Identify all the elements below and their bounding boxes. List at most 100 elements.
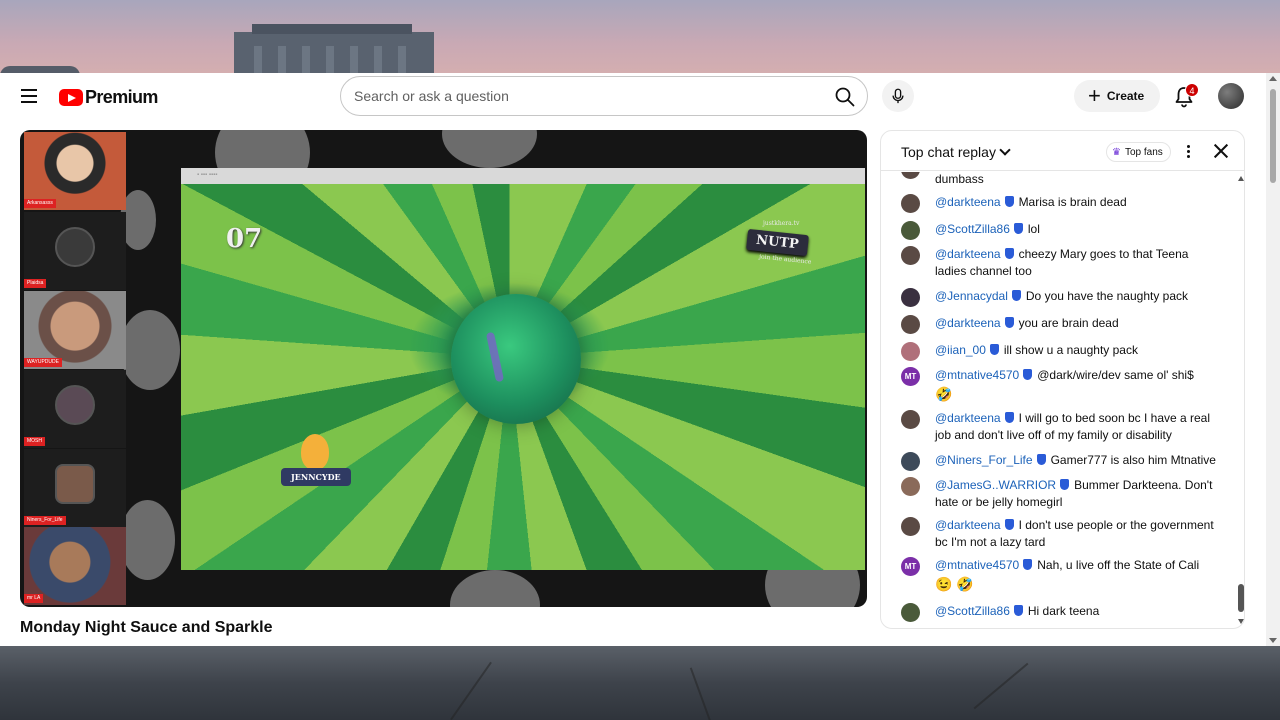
chat-author[interactable]: @darkteena xyxy=(935,247,1001,261)
chat-message: @Niners_For_Life Gamer777 is also him Mtn… xyxy=(901,452,1221,471)
chat-message: @iian_00 ill show u a naughty pack xyxy=(901,342,1221,361)
chat-author[interactable]: @darkteena xyxy=(935,195,1001,209)
chat-author[interactable]: @ScottZilla86 xyxy=(935,604,1010,618)
moderator-shield-icon xyxy=(989,344,999,355)
menu-button[interactable] xyxy=(21,89,39,105)
chat-avatar[interactable] xyxy=(901,410,920,429)
chat-avatar[interactable] xyxy=(901,172,920,179)
page-scrollbar[interactable] xyxy=(1266,73,1280,646)
chat-avatar[interactable] xyxy=(901,288,920,307)
create-label: Create xyxy=(1106,89,1145,103)
moderator-shield-icon xyxy=(1004,412,1014,423)
game-badge: NUTP xyxy=(746,228,809,257)
chat-avatar[interactable] xyxy=(901,452,920,471)
game-screen-share: ▪ ▪▪▪ ▪▪▪▪ 07 justkhera.tv NUTP join the… xyxy=(181,168,865,570)
participant-name: mr LA xyxy=(24,594,44,603)
account-avatar[interactable] xyxy=(1218,83,1244,109)
participant-name: MOSH xyxy=(24,437,45,446)
search-icon[interactable] xyxy=(833,85,857,109)
chat-message: @JamesG..WARRIOR Bummer Darkteena. Don't … xyxy=(901,477,1221,511)
chat-message-text: ill show u a naughty pack xyxy=(1003,343,1138,357)
page-scroll-thumb[interactable] xyxy=(1270,89,1276,183)
scroll-up-arrow-icon[interactable] xyxy=(1238,176,1244,181)
chat-author[interactable]: @iian_00 xyxy=(935,343,986,357)
chat-avatar[interactable] xyxy=(901,315,920,334)
chat-mode-dropdown[interactable]: Top chat replay xyxy=(901,144,1011,160)
chat-author[interactable]: @Niners_For_Life xyxy=(935,453,1033,467)
chat-message-text: lol xyxy=(1027,222,1040,236)
chat-avatar[interactable] xyxy=(901,603,920,622)
chat-author[interactable]: @mtnative4570 xyxy=(935,368,1019,382)
chat-avatar[interactable]: MT xyxy=(901,557,920,576)
chat-message-text: @dark/wire/dev same ol' shi$ xyxy=(1037,368,1194,382)
participant-name: Niners_For_Life xyxy=(24,516,66,525)
chat-avatar[interactable] xyxy=(901,246,920,265)
scroll-down-arrow-icon[interactable] xyxy=(1238,619,1244,624)
participant-name: Plaidsa xyxy=(24,279,47,288)
game-badge-top-text: justkhera.tv xyxy=(763,220,800,227)
moderator-shield-icon xyxy=(1023,369,1033,380)
chat-message: @Jennacydal Do you have the naughty pack xyxy=(901,288,1221,307)
chevron-down-icon xyxy=(999,144,1011,156)
chat-scroll-thumb[interactable] xyxy=(1238,584,1244,612)
youtube-premium-logo[interactable]: Premium xyxy=(59,87,158,108)
notification-count-badge: 4 xyxy=(1185,83,1199,97)
chat-author[interactable]: @ScottZilla86 xyxy=(935,222,1010,236)
scroll-down-arrow-icon[interactable] xyxy=(1269,638,1277,643)
chat-avatar[interactable]: MT xyxy=(901,367,920,386)
moderator-shield-icon xyxy=(1004,519,1014,530)
chat-author[interactable]: @JamesG..WARRIOR xyxy=(935,478,1056,492)
chat-avatar[interactable] xyxy=(901,517,920,536)
moderator-shield-icon xyxy=(1036,454,1046,465)
chat-author[interactable]: @mtnative4570 xyxy=(935,558,1019,572)
chat-message-text: Nah, u live off the State of Cali xyxy=(1037,558,1200,572)
search-input[interactable] xyxy=(354,86,814,106)
video-title: Monday Night Sauce and Sparkle xyxy=(20,619,273,636)
chat-avatar[interactable] xyxy=(901,221,920,240)
video-player[interactable]: Arkansasss Plaidsa WAYUPDUDE MOSH Niners… xyxy=(20,130,867,607)
chat-message: @ScottZilla86 lol xyxy=(901,221,1221,240)
bg-circle xyxy=(442,130,537,168)
participant-cam: WAYUPDUDE xyxy=(24,291,126,369)
more-options-icon[interactable] xyxy=(1183,143,1193,161)
moderator-shield-icon xyxy=(1013,223,1023,234)
participant-cam: Niners_For_Life xyxy=(24,449,126,527)
chat-author[interactable]: @darkteena xyxy=(935,411,1001,425)
chat-avatar[interactable] xyxy=(901,194,920,213)
moderator-shield-icon xyxy=(1060,479,1070,490)
plus-icon: + xyxy=(1088,83,1101,108)
microphone-icon xyxy=(892,88,904,104)
game-orb xyxy=(451,294,581,424)
participant-cam: MOSH xyxy=(24,370,126,448)
chat-message-text: Gamer777 is also him Mtnative xyxy=(1050,453,1216,467)
chat-avatar[interactable] xyxy=(901,477,920,496)
chat-author[interactable]: @darkteena xyxy=(935,518,1001,532)
close-icon[interactable] xyxy=(1213,143,1229,159)
moderator-shield-icon xyxy=(1004,196,1014,207)
participant-cams: Arkansasss Plaidsa WAYUPDUDE MOSH Niners… xyxy=(24,130,126,607)
chat-message: MT @mtnative4570 Nah, u live off the Stat… xyxy=(901,557,1221,594)
chat-message-text: Hi dark teena xyxy=(1027,604,1100,618)
moderator-shield-icon xyxy=(1023,559,1033,570)
game-window-title: ▪ ▪▪▪ ▪▪▪▪ xyxy=(197,172,218,178)
chat-header: Top chat replay ♛ Top fans xyxy=(881,131,1244,171)
chat-message: MT @mtnative4570 @dark/wire/dev same ol' … xyxy=(901,367,1221,404)
top-fans-button[interactable]: ♛ Top fans xyxy=(1106,142,1171,162)
chat-message: @darkteena cheezy Mary goes to that Teena… xyxy=(901,246,1221,280)
moderator-shield-icon xyxy=(1011,290,1021,301)
crown-icon: ♛ xyxy=(1112,146,1121,158)
game-window-titlebar: ▪ ▪▪▪ ▪▪▪▪ xyxy=(181,168,865,184)
create-button[interactable]: + Create xyxy=(1074,80,1160,112)
game-score: 07 xyxy=(226,224,263,254)
game-player-character xyxy=(301,434,329,470)
chat-author[interactable]: @darkteena xyxy=(935,316,1001,330)
voice-search-button[interactable] xyxy=(882,80,914,112)
chat-scrollbar[interactable] xyxy=(1236,172,1244,628)
chat-message: dumbass xyxy=(901,172,1221,188)
chat-mode-label: Top chat replay xyxy=(901,144,996,160)
scroll-up-arrow-icon[interactable] xyxy=(1269,76,1277,81)
chat-author[interactable]: @Jennacydal xyxy=(935,289,1008,303)
brand-text: Premium xyxy=(85,87,158,107)
chat-avatar[interactable] xyxy=(901,342,920,361)
moderator-shield-icon xyxy=(1013,605,1023,616)
